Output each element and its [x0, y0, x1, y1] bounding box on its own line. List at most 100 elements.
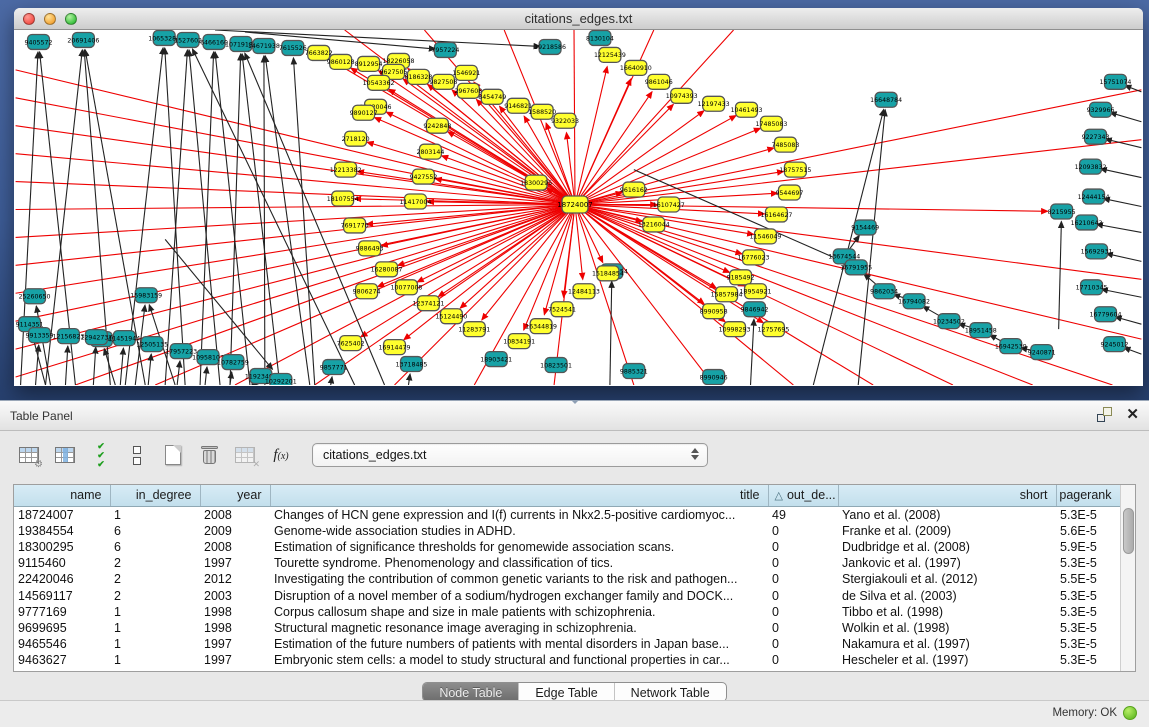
svg-text:15124490: 15124490 [435, 313, 467, 320]
table-row[interactable]: 1872400712008Changes of HCN gene express… [14, 506, 1120, 523]
table-row[interactable]: 969969511998Structural magnetic resonanc… [14, 620, 1120, 636]
citation-network-graph[interactable]: 9405572206914061065328715276026466160107… [14, 30, 1143, 385]
svg-text:9185492: 9185492 [727, 275, 755, 282]
svg-text:8912954: 8912954 [355, 61, 383, 68]
cell-name: 22420046 [14, 571, 110, 587]
float-panel-icon[interactable] [1097, 407, 1112, 422]
cell-short: Franke et al. (2009) [838, 523, 1056, 539]
cell-out_degree: 0 [768, 588, 838, 604]
svg-text:16776023: 16776023 [738, 255, 770, 262]
tab-edge-table[interactable]: Edge Table [519, 683, 614, 701]
cell-pagerank: 5.5E-5 [1056, 571, 1120, 587]
cell-year: 1998 [200, 604, 270, 620]
svg-text:11417004: 11417004 [400, 199, 432, 206]
cell-pagerank: 5.3E-5 [1056, 636, 1120, 652]
table-row[interactable]: 2242004622012Investigating the contribut… [14, 571, 1120, 587]
svg-text:18951458: 18951458 [965, 327, 997, 334]
table-row[interactable]: 977716911998Corpus callosum shape and si… [14, 604, 1120, 620]
cell-pagerank: 5.9E-5 [1056, 539, 1120, 555]
column-header-title[interactable]: title [270, 485, 768, 506]
svg-text:7663822: 7663822 [305, 50, 333, 57]
panel-resize-notch[interactable] [571, 400, 579, 404]
cell-pagerank: 5.3E-5 [1056, 588, 1120, 604]
svg-text:10834191: 10834191 [503, 338, 535, 345]
cell-year: 1998 [200, 620, 270, 636]
svg-text:9616162: 9616162 [620, 187, 648, 194]
cell-name: 9465546 [14, 636, 110, 652]
column-header-short[interactable]: short [838, 485, 1056, 506]
cell-year: 2003 [200, 588, 270, 604]
cell-pagerank: 5.3E-5 [1056, 652, 1120, 668]
svg-text:7691770: 7691770 [341, 223, 369, 230]
table-row[interactable]: 911546021997Tourette syndrome. Phenomeno… [14, 555, 1120, 571]
select-columns-button[interactable]: ✔✔✔ [86, 440, 116, 470]
svg-text:15751074: 15751074 [1100, 79, 1132, 86]
network-canvas[interactable]: 9405572206914061065328715276026466160107… [14, 30, 1143, 385]
svg-text:10461493: 10461493 [731, 107, 763, 114]
svg-text:9861046: 9861046 [645, 79, 673, 86]
tab-network-table[interactable]: Network Table [615, 683, 726, 701]
svg-text:2803144: 2803144 [416, 149, 444, 156]
cell-out_degree: 49 [768, 506, 838, 523]
svg-text:1546921: 1546921 [452, 70, 480, 77]
scrollbar-thumb[interactable] [1123, 508, 1134, 554]
cell-pagerank: 5.6E-5 [1056, 523, 1120, 539]
column-header-name[interactable]: name [14, 485, 110, 506]
column-header-year[interactable]: year [200, 485, 270, 506]
svg-text:15184854: 15184854 [592, 271, 624, 278]
cell-out_degree: 0 [768, 523, 838, 539]
delete-column-button[interactable] [194, 440, 224, 470]
cell-out_degree: 0 [768, 555, 838, 571]
cell-year: 1997 [200, 555, 270, 571]
svg-text:14671938: 14671938 [248, 43, 280, 50]
svg-text:12757695: 12757695 [757, 326, 789, 333]
network-table-selector[interactable]: citations_edges.txt [312, 443, 708, 467]
svg-text:9544697: 9544697 [775, 190, 803, 197]
table-row[interactable]: 946362711997Embryonic stem cells: a mode… [14, 652, 1120, 668]
svg-text:8186328: 8186328 [404, 74, 432, 81]
cell-name: 14569117 [14, 588, 110, 604]
show-columns-button[interactable] [50, 440, 80, 470]
create-column-button[interactable] [158, 440, 188, 470]
close-panel-icon[interactable]: ✕ [1126, 407, 1139, 422]
table-row[interactable]: 946554611997Estimation of the future num… [14, 636, 1120, 652]
svg-text:12484113: 12484113 [568, 289, 600, 296]
column-header-in_degree[interactable]: in_degree [110, 485, 200, 506]
tab-node-table[interactable]: Node Table [423, 683, 519, 701]
table-panel: Table Panel ✕ ⚙ ✔✔✔ [0, 400, 1149, 700]
svg-text:8215955: 8215955 [1048, 209, 1076, 216]
svg-text:18300295: 18300295 [520, 180, 552, 187]
cell-pagerank: 5.3E-5 [1056, 506, 1120, 523]
cell-name: 19384554 [14, 523, 110, 539]
column-header-out_degree[interactable]: △out_de... [768, 485, 838, 506]
cell-name: 9115460 [14, 555, 110, 571]
svg-text:7485083: 7485083 [771, 142, 799, 149]
cell-name: 9463627 [14, 652, 110, 668]
function-builder-button[interactable]: f(x) [266, 440, 296, 470]
network-window-titlebar[interactable]: citations_edges.txt [14, 8, 1143, 30]
table-row[interactable]: 1456911722003Disruption of a novel membe… [14, 588, 1120, 604]
column-layout-button[interactable] [122, 440, 152, 470]
cell-short: Jankovic et al. (1997) [838, 555, 1056, 571]
column-header-pagerank[interactable]: pagerank [1056, 485, 1120, 506]
svg-text:10823501: 10823501 [540, 362, 572, 369]
table-row[interactable]: 1938455462009Genome-wide association stu… [14, 523, 1120, 539]
cell-name: 18300295 [14, 539, 110, 555]
cell-in_degree: 2 [110, 588, 200, 604]
svg-text:16107427: 16107427 [653, 202, 685, 209]
table-row[interactable]: 1830029562008Estimation of significance … [14, 539, 1120, 555]
cell-title: Structural magnetic resonance image aver… [270, 620, 768, 636]
rows-icon [133, 446, 141, 465]
table-settings-button[interactable]: ⚙ [14, 440, 44, 470]
svg-text:16210643: 16210643 [1071, 220, 1103, 227]
svg-text:18757515: 18757515 [779, 167, 811, 174]
svg-text:7615526: 7615526 [279, 45, 307, 52]
checklist-icon: ✔✔✔ [97, 443, 105, 468]
table-scrollbar[interactable] [1120, 485, 1135, 671]
svg-text:10998293: 10998293 [719, 326, 751, 333]
svg-text:16648784: 16648784 [870, 97, 902, 104]
cell-short: Wolkin et al. (1998) [838, 620, 1056, 636]
svg-text:18954921: 18954921 [740, 289, 772, 296]
cell-year: 2012 [200, 571, 270, 587]
svg-text:9227343: 9227343 [1082, 134, 1110, 141]
